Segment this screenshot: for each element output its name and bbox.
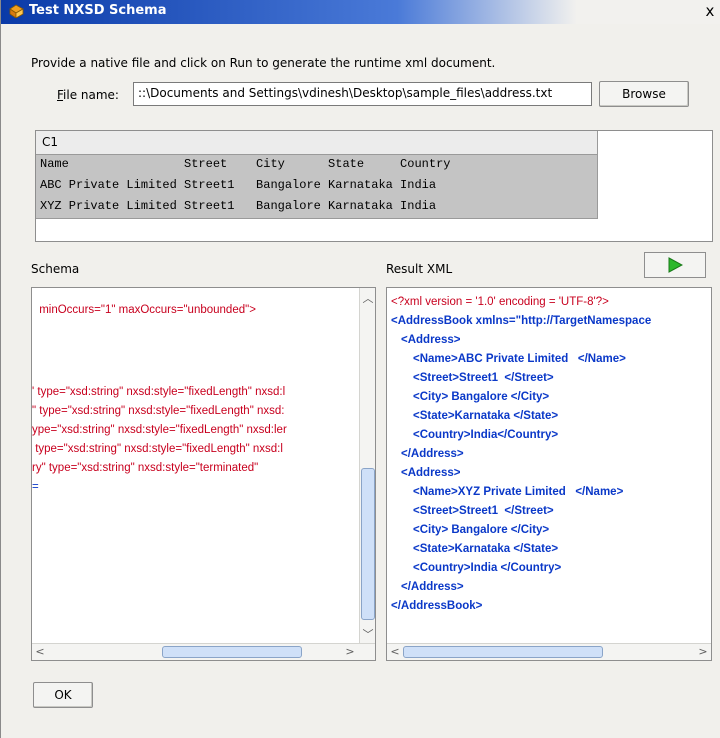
- xml-line: <AddressBook xmlns="http://TargetNamespa…: [391, 315, 652, 327]
- ok-button-label: OK: [54, 688, 72, 702]
- xml-line: <Country>India</Country>: [413, 429, 559, 441]
- file-name-label-text: ile name:: [63, 88, 119, 102]
- schema-line: ype="xsd:string" nxsd:style="fixedLength…: [32, 424, 287, 436]
- xml-line: <Address>: [401, 334, 461, 346]
- result-xml-label: Result XML: [386, 262, 453, 276]
- title-bar: Test NXSD Schema x: [1, 0, 720, 24]
- schema-pane[interactable]: minOccurs="1" maxOccurs="unbounded"> ' t…: [31, 287, 376, 661]
- browse-button-label: Browse: [622, 87, 666, 101]
- xml-line: <City> Bangalore </City>: [413, 391, 550, 403]
- xml-line: </Address>: [401, 581, 464, 593]
- run-button[interactable]: [644, 252, 706, 278]
- result-horizontal-scrollbar[interactable]: < >: [387, 643, 711, 660]
- schema-line: =: [32, 481, 39, 493]
- xml-line: <State>Karnataka </State>: [413, 543, 559, 555]
- browse-button[interactable]: Browse: [599, 81, 689, 107]
- schema-line: type="xsd:string" nxsd:style="fixedLengt…: [32, 443, 283, 455]
- schema-line: minOccurs="1" maxOccurs="unbounded">: [36, 304, 256, 316]
- scroll-right-icon[interactable]: >: [697, 645, 709, 658]
- xml-declaration: <?xml version = '1.0' encoding = 'UTF-8'…: [391, 296, 609, 308]
- schema-horizontal-scrollbar[interactable]: < >: [32, 643, 375, 660]
- xml-line: </AddressBook>: [391, 600, 483, 612]
- xml-line: <Street>Street1 </Street>: [413, 372, 554, 384]
- schema-line: " type="xsd:string" nxsd:style="fixedLen…: [32, 405, 285, 417]
- xml-line: </Address>: [401, 448, 464, 460]
- xml-line: <Address>: [401, 467, 461, 479]
- scroll-down-icon[interactable]: ﹀: [360, 626, 375, 642]
- preview-row: Name Street City State Country: [40, 157, 451, 171]
- preview-row: XYZ Private Limited Street1 Bangalore Ka…: [40, 199, 437, 213]
- schema-vertical-scrollbar[interactable]: ︿ ﹀: [359, 288, 375, 643]
- app-icon: [9, 4, 24, 18]
- xml-line: <?xml version = '1.0' encoding = 'UTF-8'…: [391, 296, 609, 308]
- scroll-up-icon[interactable]: ︿: [360, 290, 375, 306]
- file-name-input[interactable]: ::\Documents and Settings\vdinesh\Deskto…: [133, 82, 592, 106]
- instructions-text: Provide a native file and click on Run t…: [31, 56, 496, 70]
- preview-row: ABC Private Limited Street1 Bangalore Ka…: [40, 178, 437, 192]
- test-nxsd-schema-dialog: Test NXSD Schema x Provide a native file…: [0, 0, 720, 738]
- schema-label: Schema: [31, 262, 80, 276]
- schema-horizontal-scroll-thumb[interactable]: [162, 646, 302, 658]
- play-icon: [668, 257, 683, 273]
- schema-vertical-scroll-thumb[interactable]: [361, 468, 375, 620]
- xml-line: <Name>ABC Private Limited </Name>: [413, 353, 626, 365]
- schema-line: ry" type="xsd:string" nxsd:style="termin…: [32, 462, 259, 474]
- file-name-label: File name:: [57, 88, 119, 102]
- preview-column-header: C1: [36, 131, 598, 155]
- preview-grid: Name Street City State Country ABC Priva…: [36, 155, 598, 219]
- xml-line: <City> Bangalore </City>: [413, 524, 550, 536]
- native-file-preview: C1 Name Street City State Country ABC Pr…: [35, 130, 713, 242]
- xml-line: <Street>Street1 </Street>: [413, 505, 554, 517]
- scroll-right-icon[interactable]: >: [344, 645, 356, 658]
- result-xml-pane[interactable]: <?xml version = '1.0' encoding = 'UTF-8'…: [386, 287, 712, 661]
- ok-button[interactable]: OK: [33, 682, 93, 708]
- scroll-left-icon[interactable]: <: [389, 645, 401, 658]
- xml-line: <State>Karnataka </State>: [413, 410, 559, 422]
- xml-line: <Country>India </Country>: [413, 562, 562, 574]
- result-horizontal-scroll-thumb[interactable]: [403, 646, 603, 658]
- window-title: Test NXSD Schema: [29, 3, 167, 18]
- schema-line: ' type="xsd:string" nxsd:style="fixedLen…: [32, 386, 286, 398]
- close-button[interactable]: x: [701, 2, 719, 20]
- xml-line: <Name>XYZ Private Limited </Name>: [413, 486, 624, 498]
- scroll-left-icon[interactable]: <: [34, 645, 46, 658]
